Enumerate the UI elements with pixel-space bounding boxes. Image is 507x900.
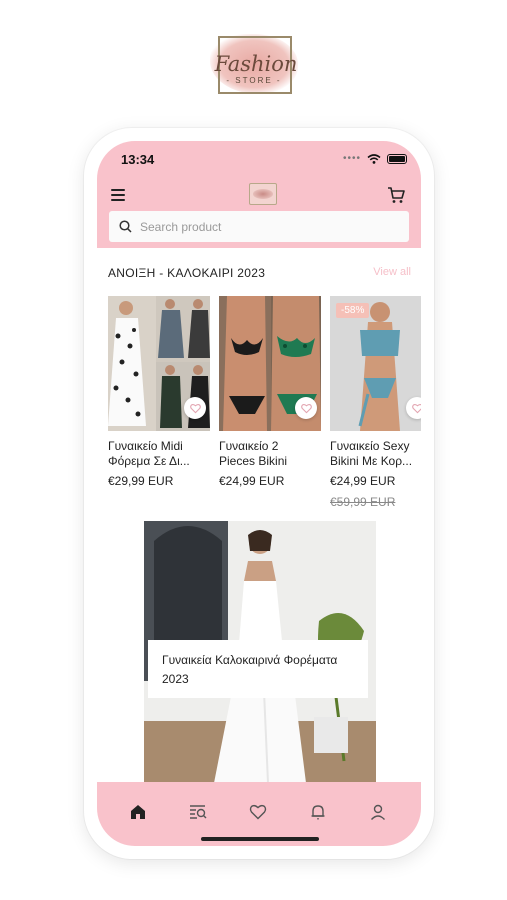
banner-caption: Γυναικεία Καλοκαιρινά Φορέματα 2023: [148, 640, 368, 698]
tab-notifications[interactable]: [308, 802, 328, 822]
product-card[interactable]: Γυναικείο Midi Φόρεμα Σε Δι... €29,99 EU…: [108, 296, 210, 488]
favorite-button[interactable]: [295, 397, 317, 419]
logo-script-text: Fashion: [214, 52, 298, 76]
product-price: €24,99 EUR: [219, 474, 285, 488]
product-image[interactable]: [108, 296, 210, 431]
heart-icon: [300, 403, 312, 413]
top-bar: 13:34 ••••: [97, 141, 421, 248]
search-input[interactable]: [140, 219, 390, 234]
product-name: Γυναικείο Sexy Bikini Με Κορ...: [330, 439, 413, 468]
search-bar[interactable]: [109, 211, 409, 242]
status-icons: ••••: [343, 153, 407, 164]
user-icon: [370, 804, 386, 820]
search-list-icon: [190, 805, 207, 819]
heart-icon: [249, 804, 267, 820]
home-icon: [131, 805, 145, 819]
product-old-price: €59,99 EUR: [330, 495, 396, 509]
discount-badge: -58%: [336, 303, 370, 318]
product-image[interactable]: -58%: [330, 296, 421, 431]
tab-home[interactable]: [128, 802, 148, 822]
heart-icon: [411, 403, 421, 413]
tab-favorites[interactable]: [248, 802, 268, 822]
status-time: 13:34: [121, 152, 155, 167]
promo-banner[interactable]: Γυναικεία Καλοκαιρινά Φορέματα 2023: [144, 521, 376, 785]
product-image[interactable]: [219, 296, 321, 431]
search-icon: [119, 220, 132, 233]
product-carousel: Γυναικείο Midi Φόρεμα Σε Δι... €29,99 EU…: [108, 296, 421, 516]
fashion-store-logo-icon[interactable]: [249, 183, 277, 205]
shopping-cart-icon[interactable]: [387, 186, 405, 204]
phone-screen: 13:34 •••• ΑΝΟΙΞΗ - ΚΑΛΟΚΑ: [97, 141, 421, 846]
battery-icon: [387, 153, 407, 164]
heart-icon: [189, 403, 201, 413]
brand-logo: Fashion - STORE -: [206, 26, 302, 102]
home-indicator: [201, 837, 319, 841]
favorite-button[interactable]: [184, 397, 206, 419]
hamburger-menu-icon[interactable]: [111, 189, 125, 201]
view-all-link[interactable]: View all: [373, 266, 411, 278]
favorite-button[interactable]: [406, 397, 421, 419]
product-price: €29,99 EUR: [108, 474, 174, 488]
signal-dots-icon: ••••: [342, 153, 361, 164]
tab-search[interactable]: [188, 802, 208, 822]
product-name: Γυναικείο Midi Φόρεμα Σε Δι...: [108, 439, 190, 468]
product-card[interactable]: -58% Γυναικείο Sexy Bikini Με Κορ... €24…: [330, 296, 421, 509]
tab-profile[interactable]: [368, 802, 388, 822]
bell-icon: [311, 805, 325, 820]
product-name: Γυναικείο 2 Pieces Bikini: [219, 439, 288, 468]
product-card[interactable]: Γυναικείο 2 Pieces Bikini €24,99 EUR: [219, 296, 321, 488]
logo-store-text: - STORE -: [226, 76, 282, 85]
section-title: ΑΝΟΙΞΗ - ΚΑΛΟΚΑΙΡΙ 2023: [108, 266, 266, 280]
product-price: €24,99 EUR: [330, 474, 396, 488]
wifi-icon: [367, 153, 381, 164]
